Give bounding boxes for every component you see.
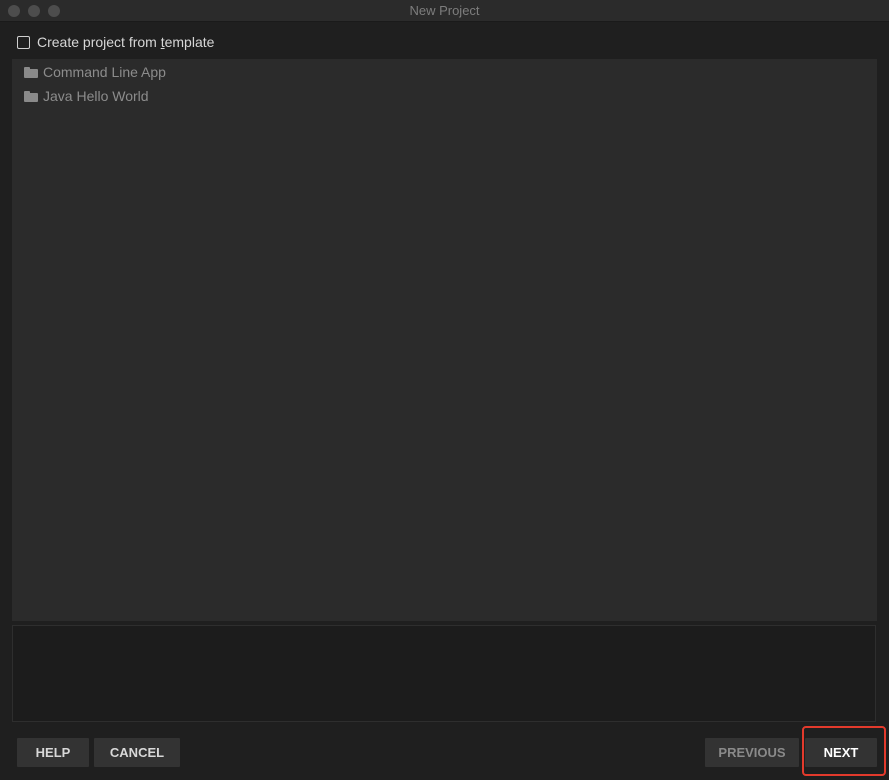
list-item[interactable]: Command Line App [24, 62, 166, 82]
new-project-dialog: New Project Create project from template… [0, 0, 889, 780]
folder-icon [24, 66, 38, 78]
template-item-label: Command Line App [43, 64, 166, 80]
template-item-label: Java Hello World [43, 88, 149, 104]
create-from-template-option[interactable]: Create project from template [17, 33, 214, 51]
previous-button[interactable]: PREVIOUS [705, 738, 799, 767]
next-button[interactable]: NEXT [805, 738, 877, 767]
window-title: New Project [409, 3, 480, 18]
create-from-template-checkbox[interactable] [17, 35, 30, 49]
title-bar: New Project [0, 0, 889, 22]
template-list[interactable]: Command Line App Java Hello World [12, 59, 877, 621]
create-from-template-label[interactable]: Create project from template [37, 34, 214, 50]
template-description-panel [12, 625, 876, 722]
list-item[interactable]: Java Hello World [24, 86, 149, 106]
cancel-button[interactable]: CANCEL [94, 738, 180, 767]
help-button[interactable]: HELP [17, 738, 89, 767]
folder-icon [24, 90, 38, 102]
